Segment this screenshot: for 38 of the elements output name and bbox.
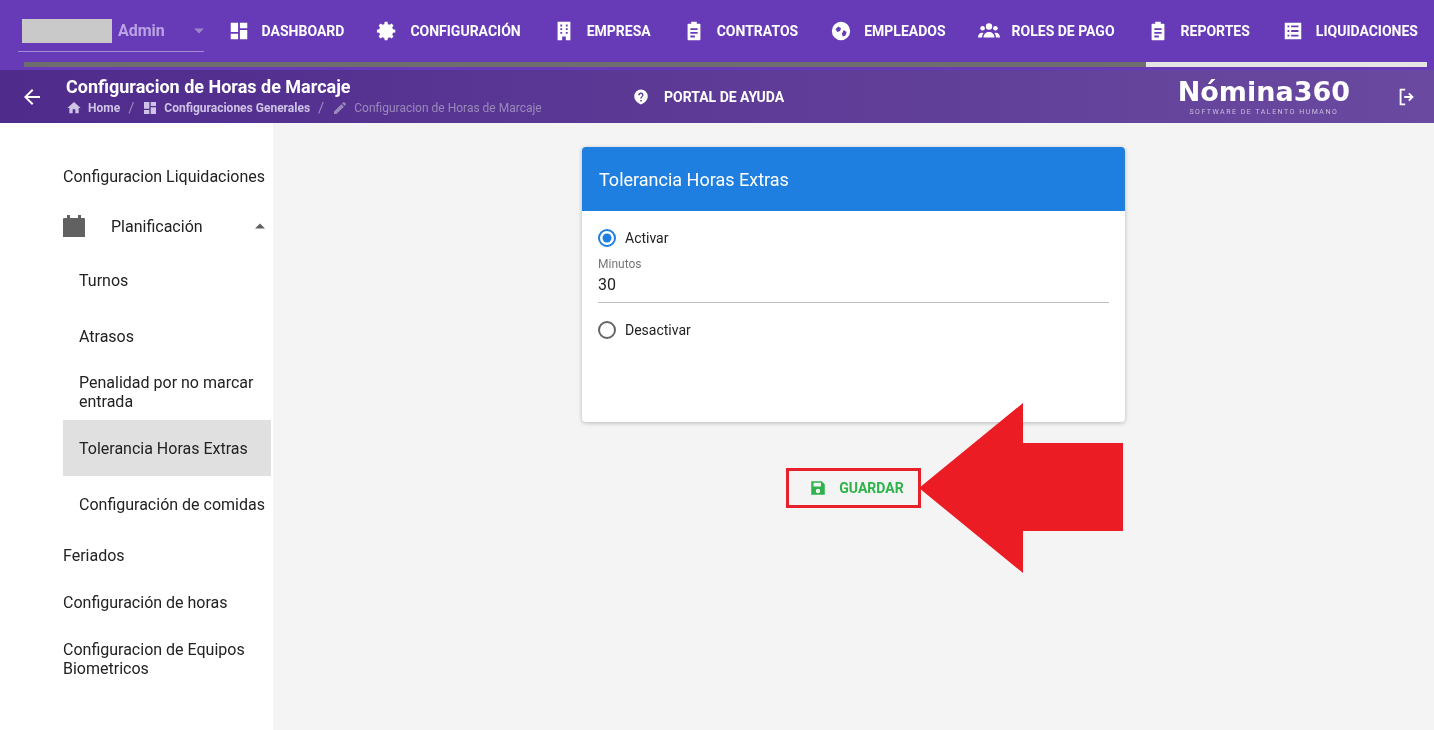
pencil-icon [332, 100, 349, 116]
sidebar-item[interactable]: Atrasos [63, 308, 271, 364]
nav-tab[interactable]: CONTRATOS [666, 11, 815, 51]
caret-icon [193, 27, 204, 34]
nav-tab[interactable]: EMPLEADOS [814, 11, 962, 51]
breadcrumb-separator: / [318, 99, 325, 117]
logo-text: Nómina360 [1177, 77, 1350, 105]
nav-tab[interactable]: ROLES DE PAGO [961, 11, 1131, 51]
help-icon [632, 87, 650, 106]
calendar-icon [63, 214, 85, 238]
sidebar-item[interactable]: Tolerancia Horas Extras [63, 420, 271, 476]
home-icon [66, 100, 82, 116]
grid-icon [142, 100, 159, 116]
help-portal-link[interactable]: PORTAL DE AYUDA [626, 86, 791, 107]
page-title: Configuracion de Horas de Marcaje [66, 76, 352, 97]
globe-icon [830, 20, 853, 42]
sidebar-item[interactable]: Configuración de comidas [63, 476, 271, 532]
sidebar-group[interactable]: Planificación [63, 200, 271, 252]
nav-tab[interactable]: LIQUIDACIONES [1265, 11, 1434, 51]
radio-option[interactable]: Desactivar [598, 321, 691, 339]
breadcrumb-link[interactable]: Configuraciones Generales [142, 100, 311, 116]
radio-option[interactable]: Activar [598, 229, 669, 247]
sidebar-item[interactable]: Turnos [63, 252, 271, 308]
nav-tab[interactable]: EMPRESA [536, 11, 667, 51]
minutes-field[interactable]: Minutos 30 [598, 257, 1109, 303]
sidebar-item[interactable]: Configuracion de Equipos Biometricos [63, 626, 271, 692]
breadcrumb-link[interactable]: Home [66, 100, 121, 116]
nav-tab[interactable]: DASHBOARD [211, 11, 361, 51]
sidebar-item[interactable]: Configuración de horas [63, 579, 271, 626]
user-name: Admin [118, 21, 166, 40]
nav-tab[interactable]: CONFIGURACIÓN [360, 11, 537, 51]
nav-tab[interactable]: REPORTES [1130, 11, 1266, 51]
sidebar-item[interactable]: Feriados [63, 532, 271, 579]
breadcrumb-separator: / [128, 99, 135, 117]
sidebar-item[interactable]: Configuracion Liquidaciones [63, 153, 271, 200]
card-title: Tolerancia Horas Extras [582, 147, 1125, 211]
minutes-input[interactable]: 30 [598, 271, 1109, 294]
sidebar-item[interactable]: Penalidad por no marcar entrada [63, 364, 271, 420]
